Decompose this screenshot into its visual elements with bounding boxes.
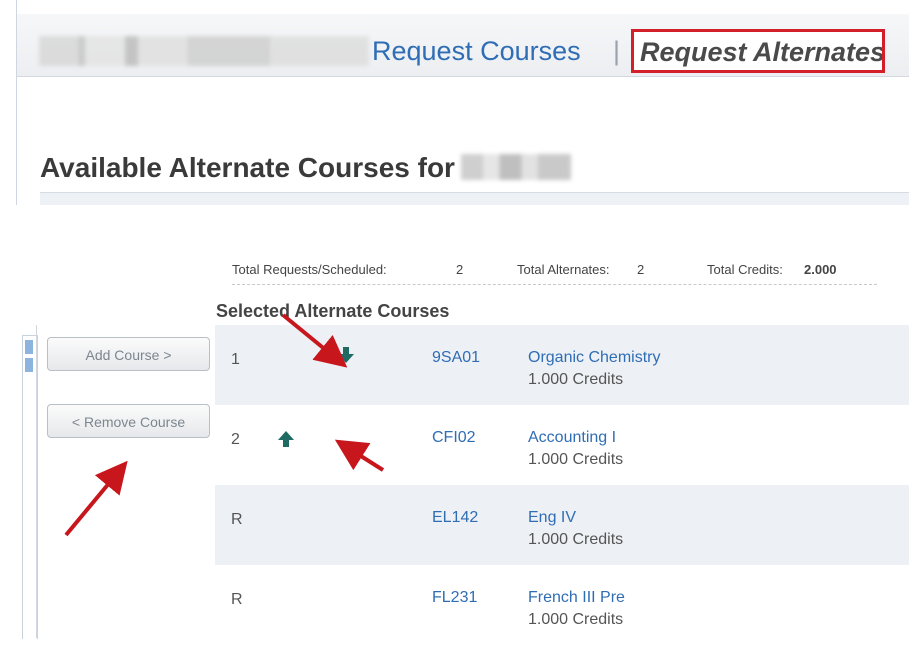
course-title-link[interactable]: Accounting I (528, 429, 616, 447)
total-requests-label: Total Requests/Scheduled: (232, 262, 387, 277)
course-credits: 1.000 Credits (528, 371, 624, 388)
course-title-link[interactable]: Organic Chemistry (528, 349, 660, 367)
page-title: Available Alternate Courses for (40, 152, 571, 184)
course-code-link[interactable]: EL142 (432, 509, 478, 527)
tab-request-courses[interactable]: Request Courses (372, 36, 581, 67)
course-code-link[interactable]: CFI02 (432, 429, 476, 447)
page-title-text: Available Alternate Courses for (40, 152, 455, 183)
title-divider (40, 192, 909, 205)
row-priority: 1 (231, 351, 240, 368)
total-alternates-label: Total Alternates: (517, 262, 610, 277)
redacted-title-name (460, 154, 571, 180)
table-row[interactable]: R FL231 French III Pre 1.000 Credits (215, 565, 909, 645)
row-priority: R (231, 511, 243, 528)
course-credits: 1.000 Credits (528, 531, 624, 548)
course-code-link[interactable]: 9SA01 (432, 349, 480, 367)
course-title-link[interactable]: Eng IV (528, 509, 576, 527)
course-title-link[interactable]: French III Pre (528, 589, 625, 607)
add-course-button[interactable]: Add Course > (47, 337, 210, 371)
section-heading: Selected Alternate Courses (216, 301, 450, 321)
course-credits: 1.000 Credits (528, 611, 624, 628)
redacted-student-name (39, 36, 369, 66)
total-requests-value: 2 (456, 262, 464, 277)
course-code-link[interactable]: FL231 (432, 589, 477, 607)
panel-marker (25, 340, 33, 354)
move-down-arrow-icon[interactable] (337, 347, 355, 363)
row-priority: 2 (231, 431, 240, 448)
panel-marker (25, 358, 33, 372)
table-row[interactable]: R EL142 Eng IV 1.000 Credits (215, 485, 909, 565)
total-credits-value: 2.000 (804, 262, 837, 277)
table-row[interactable]: 2 CFI02 Accounting I 1.000 Credits (215, 405, 909, 485)
remove-course-button[interactable]: < Remove Course (47, 404, 210, 438)
tab-bar: Request Courses | Request Alternates (17, 14, 909, 77)
row-priority: R (231, 591, 243, 608)
total-alternates-value: 2 (637, 262, 645, 277)
course-credits: 1.000 Credits (528, 451, 624, 468)
course-summary: Total Requests/Scheduled: 2 Total Altern… (232, 262, 877, 285)
table-row[interactable]: 1 9SA01 Organic Chemistry 1.000 Credits (215, 325, 909, 405)
action-buttons: Add Course > < Remove Course (36, 325, 215, 638)
total-credits-label: Total Credits: (707, 262, 783, 277)
tab-request-alternates[interactable]: Request Alternates (631, 29, 885, 73)
tab-separator: | (613, 36, 621, 66)
move-up-arrow-icon[interactable] (277, 431, 295, 447)
